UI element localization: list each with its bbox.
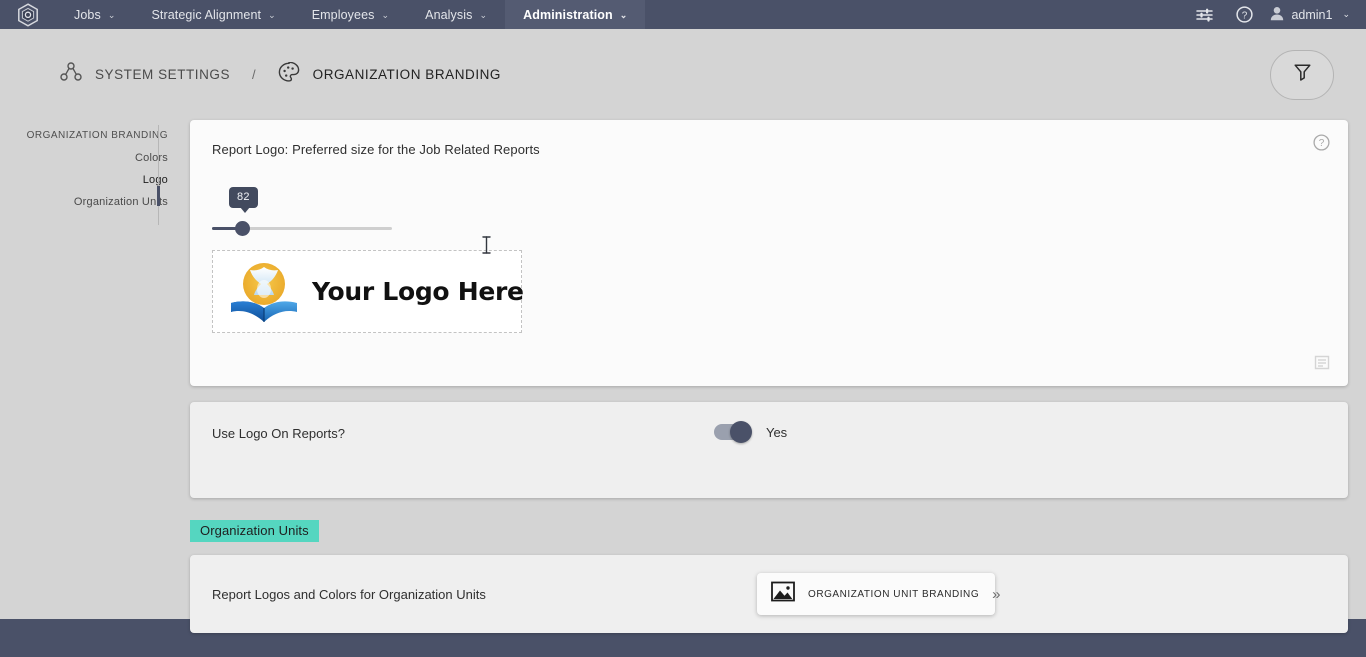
organization-units-card: Report Logos and Colors for Organization… xyxy=(190,555,1348,633)
section-sidebar: ORGANIZATION BRANDING Colors Logo Organi… xyxy=(0,120,190,619)
chevron-down-icon: ⌄ xyxy=(619,10,628,20)
organization-unit-branding-button[interactable]: ORGANIZATION UNIT BRANDING » xyxy=(757,573,1001,615)
filter-button[interactable] xyxy=(1270,49,1334,100)
report-logo-card: Report Logo: Preferred size for the Job … xyxy=(190,120,1348,386)
sidebar-rail xyxy=(158,125,159,225)
organization-units-section-heading: Organization Units xyxy=(190,520,319,542)
breadcrumb-item-system-settings[interactable]: SYSTEM SETTINGS xyxy=(60,62,230,87)
sidebar-item-organization-units[interactable]: Organization Units xyxy=(0,191,190,213)
tune-sliders-icon[interactable] xyxy=(1184,0,1224,29)
breadcrumb-separator: / xyxy=(252,67,256,82)
globe-book-emblem-icon xyxy=(228,259,300,325)
text-cursor-icon xyxy=(481,235,492,260)
breadcrumb-label: SYSTEM SETTINGS xyxy=(95,67,231,82)
chevron-down-icon: ⌄ xyxy=(479,10,488,20)
chevron-down-icon: ⌄ xyxy=(268,10,276,20)
help-circle-icon[interactable]: ? xyxy=(1224,0,1264,29)
logo-preview-text: Your Logo Here xyxy=(312,277,524,306)
sidebar-item-organization-branding[interactable]: ORGANIZATION BRANDING xyxy=(0,125,190,147)
toggle-value-label: Yes xyxy=(765,424,788,440)
image-picture-icon xyxy=(771,581,795,607)
use-logo-toggle[interactable] xyxy=(713,421,752,443)
use-logo-label: Use Logo On Reports? xyxy=(212,426,345,441)
chevron-down-icon: ⌄ xyxy=(1342,9,1350,19)
svg-text:?: ? xyxy=(1319,138,1325,149)
nav-item-administration[interactable]: Administration ⌄ xyxy=(505,0,646,29)
toggle-knob xyxy=(729,421,752,443)
help-circle-icon[interactable]: ? xyxy=(1313,134,1330,156)
nav-item-label: Analysis xyxy=(425,7,473,22)
slider-value-tooltip: 82 xyxy=(229,187,258,213)
nav-right-actions: ? admin1 ⌄ xyxy=(1184,0,1366,29)
chevron-down-icon: ⌄ xyxy=(381,10,390,20)
nav-item-label: Strategic Alignment xyxy=(151,7,262,22)
nav-item-employees[interactable]: Employees ⌄ xyxy=(294,0,407,29)
cube-logo-icon[interactable] xyxy=(0,0,56,29)
user-name-label: admin1 xyxy=(1291,7,1333,22)
svg-text:?: ? xyxy=(1242,10,1248,21)
logo-preview-frame[interactable]: Your Logo Here xyxy=(212,250,524,333)
nav-item-label: Administration xyxy=(523,7,613,22)
sidebar-rail-active-marker xyxy=(157,186,160,206)
page-body: ORGANIZATION BRANDING Colors Logo Organi… xyxy=(0,120,1366,633)
use-logo-on-reports-card: Use Logo On Reports? Yes xyxy=(190,402,1348,498)
sidebar-item-colors[interactable]: Colors xyxy=(0,147,190,169)
nav-item-analysis[interactable]: Analysis ⌄ xyxy=(407,0,505,29)
primary-nav-items: Jobs ⌄ Strategic Alignment ⌄ Employees ⌄… xyxy=(56,0,646,29)
breadcrumb: SYSTEM SETTINGS / ORGANIZATION BRANDING xyxy=(60,61,501,88)
nav-item-label: Jobs xyxy=(74,7,101,22)
logo-size-slider[interactable]: 82 xyxy=(212,187,491,254)
use-logo-toggle-wrap: Yes xyxy=(713,421,788,443)
filter-funnel-icon xyxy=(1293,63,1311,86)
user-menu[interactable]: admin1 ⌄ xyxy=(1264,6,1350,24)
document-lines-icon[interactable] xyxy=(1314,355,1330,375)
org-units-description: Report Logos and Colors for Organization… xyxy=(212,586,486,602)
breadcrumb-bar: SYSTEM SETTINGS / ORGANIZATION BRANDING xyxy=(0,29,1366,120)
slider-handle[interactable] xyxy=(235,221,250,236)
nav-item-label: Employees xyxy=(311,7,375,22)
nav-item-strategic-alignment[interactable]: Strategic Alignment ⌄ xyxy=(133,0,293,29)
breadcrumb-item-organization-branding[interactable]: ORGANIZATION BRANDING xyxy=(278,61,501,88)
nav-item-jobs[interactable]: Jobs ⌄ xyxy=(56,0,133,29)
sidebar-item-logo[interactable]: Logo xyxy=(0,169,190,191)
double-chevron-right-icon: » xyxy=(992,585,1001,603)
breadcrumb-label: ORGANIZATION BRANDING xyxy=(312,67,501,82)
chevron-down-icon: ⌄ xyxy=(107,10,116,20)
org-nodes-icon xyxy=(60,62,82,87)
report-logo-title: Report Logo: Preferred size for the Job … xyxy=(212,142,540,157)
user-avatar-icon xyxy=(1270,6,1284,24)
palette-icon xyxy=(278,61,300,88)
main-content: Report Logo: Preferred size for the Job … xyxy=(190,120,1366,633)
top-navigation-bar: Jobs ⌄ Strategic Alignment ⌄ Employees ⌄… xyxy=(0,0,1366,29)
org-unit-branding-label: ORGANIZATION UNIT BRANDING xyxy=(808,588,980,600)
